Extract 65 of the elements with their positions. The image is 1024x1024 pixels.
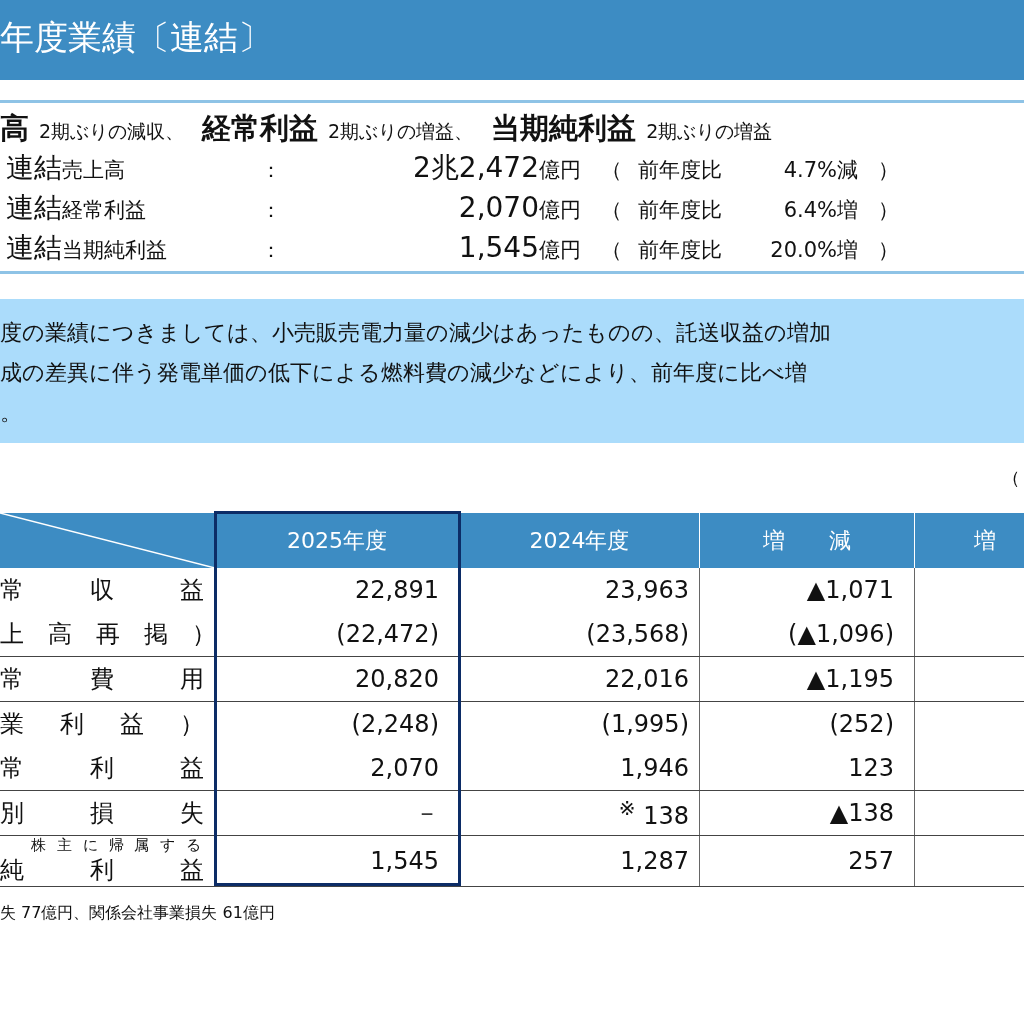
column-header: 2025年度	[215, 513, 460, 568]
table-cell: (2,248)	[215, 702, 460, 746]
table-cell: (1,995)	[460, 702, 700, 746]
result-label: 連結経常利益	[5, 190, 147, 226]
colon: ：	[261, 237, 282, 264]
table-cell: －	[215, 791, 460, 835]
table-cell: 20,820	[215, 657, 460, 701]
headline-note: 2期ぶりの減収、	[39, 119, 185, 144]
change-value: 20.0%増	[769, 237, 858, 264]
close-paren: ）	[878, 197, 899, 224]
close-paren: ）	[878, 237, 899, 264]
table-cell: (▲1,096)	[700, 612, 915, 656]
table-cell: 123	[700, 746, 915, 790]
table-cell: ▲138	[700, 791, 915, 835]
footnote: 失 77億円、関係会社事業損失 61億円	[0, 903, 276, 924]
open-paren: （	[601, 237, 622, 264]
table-cell: (252)	[700, 702, 915, 746]
table-cell: 23,963	[460, 568, 700, 612]
table-cell: 22,891	[215, 568, 460, 612]
colon: ：	[261, 157, 282, 184]
table-cell: ▲1,195	[700, 657, 915, 701]
table-cell: (23,568)	[460, 612, 700, 656]
open-paren: （	[601, 197, 622, 224]
row-label: 常 収 益	[0, 568, 215, 612]
close-paren: ）	[878, 157, 899, 184]
column-header: 増 減	[700, 513, 915, 568]
headline-term: 高	[0, 110, 29, 147]
comparison-label: 前年度比	[638, 157, 723, 184]
row-label: 上 高 再 掲 ）	[0, 612, 215, 656]
row-label: 業 利 益 ）	[0, 702, 215, 746]
open-paren: （	[601, 157, 622, 184]
headline-term: 経常利益	[202, 110, 319, 147]
change-value: 6.4%増	[782, 197, 858, 224]
column-header: 増	[973, 526, 997, 555]
colon: ：	[261, 197, 282, 224]
result-amount: 2,070億円	[457, 191, 581, 224]
row-label: 株 主 に 帰 属 す る 純 利 益	[0, 836, 215, 886]
table-cell: $^{※}$ 138	[460, 791, 700, 835]
comparison-label: 前年度比	[638, 237, 723, 264]
result-amount: 1,545億円	[457, 231, 581, 264]
table-cell: 22,016	[460, 657, 700, 701]
headline-term: 当期純利益	[491, 110, 637, 147]
headline-note: 2期ぶりの増益	[646, 119, 773, 144]
table-cell: 1,946	[460, 746, 700, 790]
result-label: 連結当期純利益	[5, 230, 168, 266]
change-value: 4.7%減	[782, 157, 858, 184]
result-amount: 2兆2,472億円	[412, 150, 581, 186]
commentary-line: 成の差異に伴う発電単価の低下による燃料費の減少などにより、前年度に比べ増	[0, 359, 808, 387]
table-cell: 1,545	[215, 836, 460, 886]
row-label: 常 費 用	[0, 657, 215, 701]
table-cell: 257	[700, 836, 915, 886]
table-cell: 1,287	[460, 836, 700, 886]
unit-note: （	[1002, 467, 1020, 488]
page-title: 年度業績〔連結〕	[0, 16, 272, 59]
row-label: 別 損 失	[0, 791, 215, 835]
column-header: 2024年度	[460, 513, 700, 568]
row-label: 常 利 益	[0, 746, 215, 790]
table-cell: 2,070	[215, 746, 460, 790]
commentary-line: 度の業績につきましては、小売販売電力量の減少はあったものの、託送収益の増加	[0, 319, 832, 347]
table-cell: (22,472)	[215, 612, 460, 656]
headline-note: 2期ぶりの増益、	[328, 119, 474, 144]
table-cell: ▲1,071	[700, 568, 915, 612]
result-label: 連結売上高	[5, 150, 126, 186]
commentary-line: 。	[0, 399, 23, 427]
comparison-label: 前年度比	[638, 197, 723, 224]
